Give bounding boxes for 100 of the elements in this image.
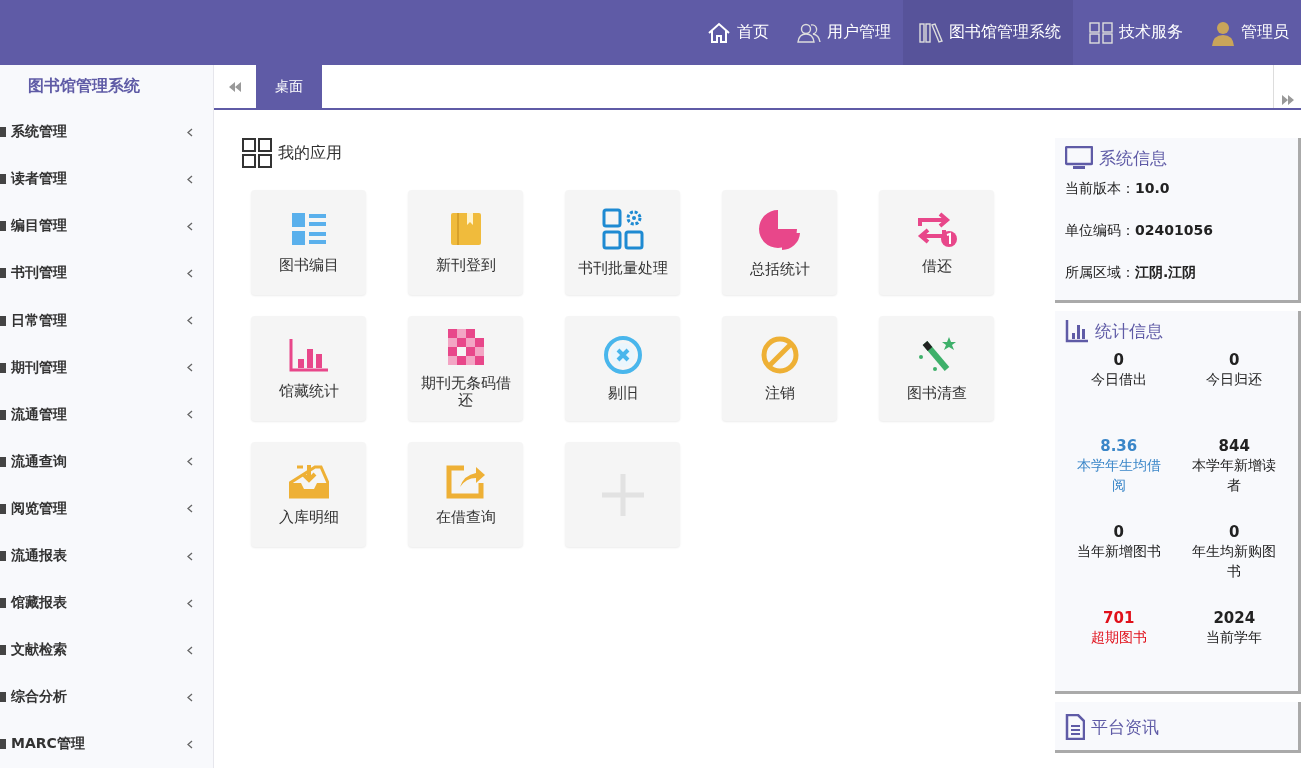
panel-title: 统计信息: [1095, 319, 1163, 343]
double-right-arrow-icon: [1281, 95, 1294, 105]
menu-item-icon: [0, 645, 6, 656]
app-tile[interactable]: 入库明细: [251, 442, 366, 547]
app-tile[interactable]: 期刊无条码借还: [408, 316, 523, 421]
sidebar-item[interactable]: 流通管理: [0, 391, 213, 439]
sidebar-item[interactable]: MARC管理: [0, 720, 213, 768]
menu-item-icon: [0, 174, 6, 185]
menu-item-icon: [0, 692, 6, 703]
app-tile[interactable]: 新刊登到: [408, 190, 523, 295]
app-tile[interactable]: 图书编目: [251, 190, 366, 295]
stat-label: 当前学年: [1206, 628, 1263, 647]
menu-item-icon: [0, 362, 6, 373]
menu-item-icon: [0, 221, 6, 232]
stat-label: 今日借出: [1090, 370, 1147, 389]
stat-label: 本学年生均借阅: [1076, 456, 1161, 496]
grid-icon: [242, 138, 272, 168]
nav-item[interactable]: 图书馆管理系统: [903, 0, 1073, 65]
checker-pattern-icon: [447, 329, 484, 365]
home-icon: [707, 21, 731, 44]
app-tile[interactable]: 书刊批量处理: [565, 190, 680, 295]
cancel-circle-icon: [602, 335, 643, 376]
sidebar-item[interactable]: 阅览管理: [0, 485, 213, 533]
tab[interactable]: 桌面: [256, 65, 322, 108]
sidebar-item[interactable]: 日常管理: [0, 297, 213, 345]
chevron-icon: [187, 363, 193, 373]
chevron-icon: [187, 316, 193, 326]
app-tile[interactable]: 总括统计: [722, 190, 837, 295]
list-icon: [290, 211, 327, 248]
sidebar-item[interactable]: 综合分析: [0, 673, 213, 721]
app-tile[interactable]: 注销: [722, 316, 837, 421]
sidebar-item[interactable]: 期刊管理: [0, 344, 213, 392]
menu-item-icon: [0, 456, 6, 467]
book-icon: [448, 211, 483, 248]
double-left-arrow-icon: [229, 81, 241, 92]
stat-label: 本学年新增读者: [1192, 456, 1277, 496]
menu-item-icon: [0, 503, 6, 514]
stat-value: 0: [1113, 523, 1124, 541]
info-row-text: 当前版本：10.0: [1065, 179, 1171, 198]
stat-label: 当年新增图书: [1076, 542, 1161, 561]
inbox-download-icon: [288, 463, 329, 500]
chevron-icon: [187, 457, 193, 467]
app-tile[interactable]: 借还: [879, 190, 994, 295]
bar-chart-icon: [288, 337, 329, 374]
section-title: 我的应用: [278, 142, 342, 164]
menu-item-icon: [0, 127, 6, 138]
menu-item-icon: [0, 315, 6, 326]
users-icon: [797, 21, 821, 44]
nav-item[interactable]: 首页: [691, 0, 781, 65]
blocks-gear-icon: [601, 208, 644, 251]
stat-label: 年生均新购图书: [1192, 542, 1277, 582]
nav-item[interactable]: 用户管理: [781, 0, 903, 65]
chevron-icon: [187, 127, 193, 137]
panel-title: 系统信息: [1099, 146, 1167, 170]
sidebar-item[interactable]: 书刊管理: [0, 249, 213, 297]
sidebar-item[interactable]: 编目管理: [0, 202, 213, 250]
chevron-icon: [187, 221, 193, 231]
add-app-tile[interactable]: [565, 442, 680, 547]
export-icon: [445, 463, 486, 500]
chevron-icon: [187, 645, 193, 655]
chevron-icon: [187, 692, 193, 702]
avatar-icon: [1211, 19, 1235, 46]
grid-icon: [1089, 21, 1113, 44]
stat-label: 超期图书: [1090, 628, 1147, 647]
sidebar-item[interactable]: 馆藏报表: [0, 579, 213, 627]
chevron-icon: [187, 551, 193, 561]
sidebar-item[interactable]: 读者管理: [0, 155, 213, 203]
stat-value: 0: [1229, 523, 1240, 541]
nav-item[interactable]: 管理员: [1195, 0, 1301, 65]
chevron-icon: [187, 410, 193, 420]
chevron-icon: [187, 598, 193, 608]
chevron-icon: [187, 504, 193, 514]
sidebar-item[interactable]: 文献检索: [0, 626, 213, 674]
app-tile[interactable]: 在借查询: [408, 442, 523, 547]
menu-item-icon: [0, 268, 6, 279]
sidebar-title: 图书馆管理系统: [27, 75, 141, 98]
menu-item-icon: [0, 409, 6, 420]
document-icon: [1065, 714, 1085, 740]
bar-chart-icon: [1065, 319, 1089, 343]
nav-item[interactable]: 技术服务: [1073, 0, 1195, 65]
app-tile[interactable]: 图书清查: [879, 316, 994, 421]
stat-value: 0: [1229, 351, 1240, 369]
sidebar-item[interactable]: 流通查询: [0, 438, 213, 486]
menu-item-icon: [0, 551, 6, 561]
app-tile[interactable]: 馆藏统计: [251, 316, 366, 421]
menu-item-icon: [0, 739, 6, 750]
info-row-text: 所属区域：江阴.江阴: [1065, 263, 1198, 282]
stat-value: 8.36: [1100, 437, 1138, 455]
app-tile[interactable]: 剔旧: [565, 316, 680, 421]
stat-label: 今日归还: [1206, 370, 1263, 389]
sidebar-item[interactable]: 系统管理: [0, 108, 213, 156]
swap-arrows-icon: [915, 210, 958, 249]
chevron-icon: [187, 174, 193, 184]
pie-chart-icon: [757, 207, 802, 252]
chevron-icon: [187, 739, 193, 749]
stat-value: 701: [1103, 609, 1135, 627]
stat-value: 2024: [1213, 609, 1256, 627]
prohibited-icon: [759, 335, 800, 376]
sidebar-item[interactable]: 流通报表: [0, 532, 213, 580]
books-icon: [919, 21, 943, 44]
